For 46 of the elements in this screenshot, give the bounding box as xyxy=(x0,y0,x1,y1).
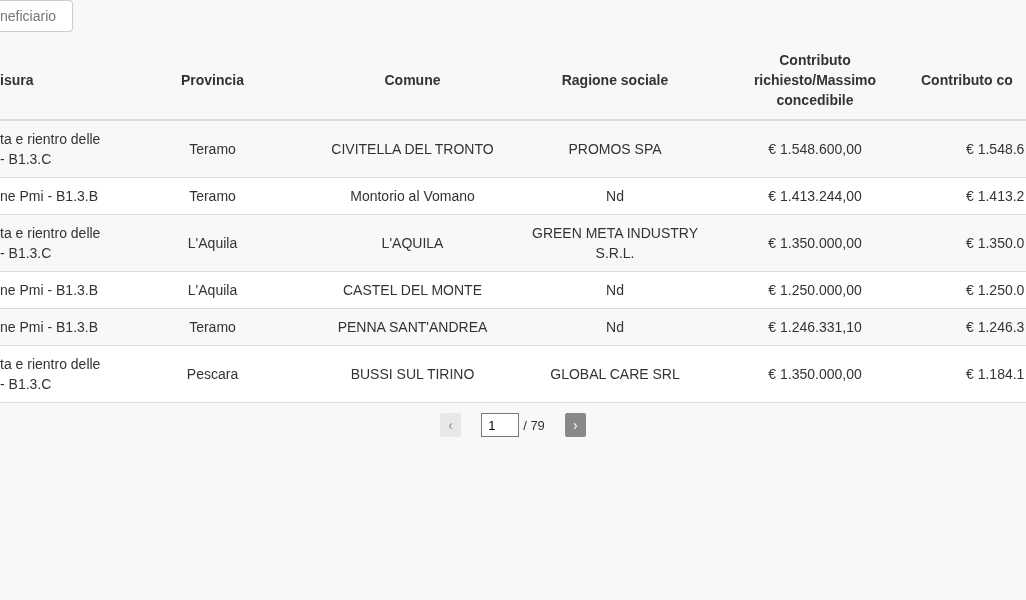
column-header[interactable]: isura xyxy=(0,69,34,90)
table-cell-text: PENNA SANT'ANDREA xyxy=(337,318,488,337)
table-cell-text: € 1.548.6 xyxy=(966,140,1025,159)
table-cell-text: ta e rientro delle - B1.3.C xyxy=(0,355,101,394)
page-total: / 79 xyxy=(523,417,545,433)
table-cell-text: ta e rientro delle - B1.3.C xyxy=(0,130,101,169)
table-cell-text: Nd xyxy=(606,281,624,300)
column-header[interactable]: Contributo co xyxy=(921,69,1013,90)
table-cell-text: L'Aquila xyxy=(187,234,238,253)
table-cell-text: € 1.250.0 xyxy=(966,281,1025,300)
table-cell-text: € 1.246.331,10 xyxy=(768,318,862,337)
table-cell-text: ta e rientro delle - B1.3.C xyxy=(0,224,101,263)
table-cell-text: € 1.413.244,00 xyxy=(768,187,862,206)
table-cell-text: € 1.250.000,00 xyxy=(768,281,862,300)
table-cell-text: ne Pmi - B1.3.B xyxy=(0,187,99,206)
next-page-button[interactable]: › xyxy=(564,413,586,437)
table-cell-text: ne Pmi - B1.3.B xyxy=(0,281,99,300)
page-field[interactable]: 1 xyxy=(481,413,520,437)
column-header[interactable]: Provincia xyxy=(181,69,244,90)
table-cell-text: Montorio al Vomano xyxy=(350,187,475,206)
table-cell-text: CIVITELLA DEL TRONTO xyxy=(331,140,494,159)
table-cell-text: € 1.350.0 xyxy=(966,234,1025,253)
table-cell-text: Nd xyxy=(606,187,624,206)
table-cell-text: BUSSI SUL TIRINO xyxy=(350,365,475,384)
column-header[interactable]: Contributo richiesto/Massimo concedibile xyxy=(721,49,909,110)
table-cell-text: GLOBAL CARE SRL xyxy=(550,365,680,384)
table-cell-text: Nd xyxy=(606,318,624,337)
table-cell-text: Teramo xyxy=(189,318,236,337)
table-cell-text: L'Aquila xyxy=(187,281,238,300)
column-header[interactable]: Comune xyxy=(384,69,441,90)
table-cell-text: € 1.184.1 xyxy=(966,365,1025,384)
table-cell-text: L'AQUILA xyxy=(381,234,444,253)
table-cell-text: € 1.350.000,00 xyxy=(768,365,862,384)
table-cell-text: CASTEL DEL MONTE xyxy=(343,281,482,300)
table-cell-text: € 1.246.3 xyxy=(966,318,1025,337)
table-cell-text: PROMOS SPA xyxy=(568,140,662,159)
column-header[interactable]: Ragione sociale xyxy=(561,69,669,90)
table-cell-text: € 1.548.600,00 xyxy=(768,140,862,159)
search-field[interactable]: neficiario xyxy=(0,0,73,32)
table-cell-text: € 1.350.000,00 xyxy=(768,234,862,253)
table-cell-text: Teramo xyxy=(189,187,236,206)
table-cell-text: Teramo xyxy=(189,140,236,159)
table-cell-text: ne Pmi - B1.3.B xyxy=(0,318,99,337)
table-cell-text: € 1.413.2 xyxy=(966,187,1025,206)
table-cell-text: GREEN META INDUSTRY S.R.L. xyxy=(531,224,699,263)
table-cell-text: Pescara xyxy=(186,365,239,384)
